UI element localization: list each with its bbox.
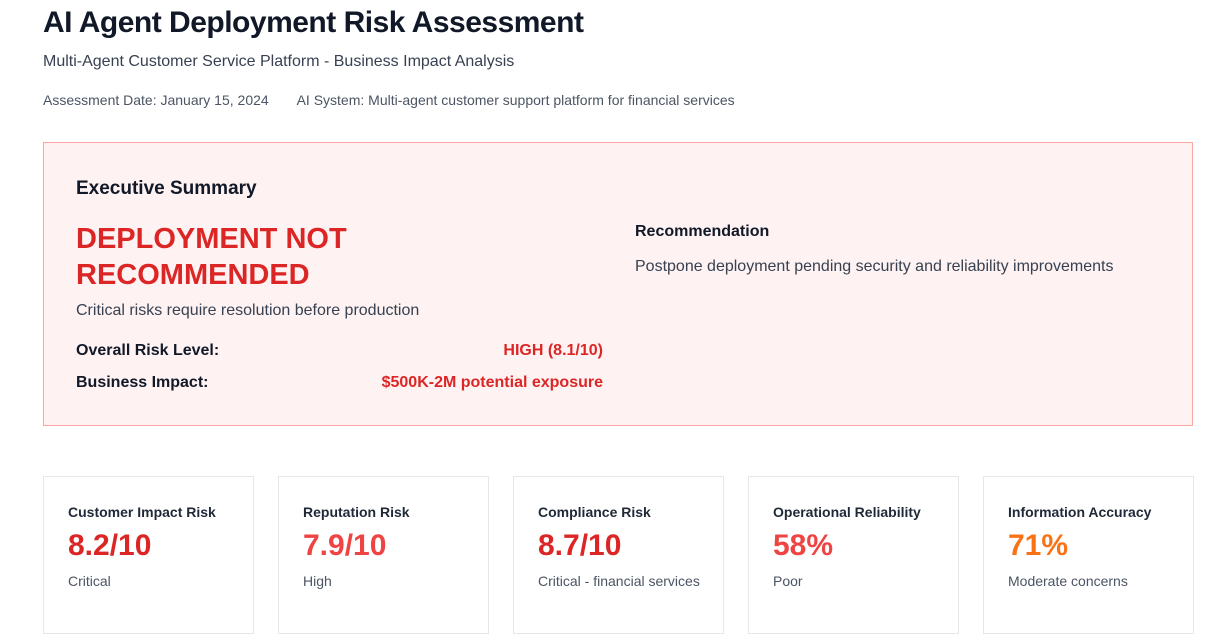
metric-status: Moderate concerns [1008, 573, 1128, 589]
metric-card-customer-impact-risk: Customer Impact Risk 8.2/10 Critical [43, 476, 254, 634]
metric-value: 8.7/10 [538, 529, 622, 562]
metric-label: Customer Impact Risk [68, 504, 216, 520]
business-impact-label: Business Impact: [76, 374, 209, 391]
verdict-note: Critical risks require resolution before… [76, 302, 420, 319]
metric-status: Poor [773, 573, 803, 589]
business-impact-value: $500K-2M potential exposure [381, 374, 603, 391]
overall-risk-label: Overall Risk Level: [76, 342, 220, 359]
assessment-date: Assessment Date: January 15, 2024 [43, 92, 269, 108]
metric-card-information-accuracy: Information Accuracy 71% Moderate concer… [983, 476, 1194, 634]
ai-system-description: AI System: Multi-agent customer support … [296, 92, 735, 108]
metric-label: Compliance Risk [538, 504, 651, 520]
metric-value: 7.9/10 [303, 529, 387, 562]
executive-summary-panel: Executive Summary DEPLOYMENT NOT RECOMME… [43, 142, 1193, 426]
deployment-verdict: DEPLOYMENT NOT RECOMMENDED [76, 223, 347, 291]
metric-label: Reputation Risk [303, 504, 410, 520]
metric-value: 8.2/10 [68, 529, 152, 562]
recommendation-text: Postpone deployment pending security and… [635, 258, 1114, 275]
metric-label: Information Accuracy [1008, 504, 1152, 520]
metric-label: Operational Reliability [773, 504, 921, 520]
metric-status: Critical - financial services [538, 573, 700, 589]
executive-summary-heading: Executive Summary [76, 178, 257, 199]
metric-card-compliance-risk: Compliance Risk 8.7/10 Critical - financ… [513, 476, 724, 634]
risk-metric-cards: Customer Impact Risk 8.2/10 Critical Rep… [43, 476, 1195, 634]
metric-value: 71% [1008, 529, 1069, 562]
metric-status: Critical [68, 573, 111, 589]
metric-status: High [303, 573, 332, 589]
overall-risk-value: HIGH (8.1/10) [503, 342, 603, 359]
metric-value: 58% [773, 529, 834, 562]
page-title: AI Agent Deployment Risk Assessment [43, 6, 584, 39]
recommendation-heading: Recommendation [635, 223, 770, 240]
metric-card-reputation-risk: Reputation Risk 7.9/10 High [278, 476, 489, 634]
page-subtitle: Multi-Agent Customer Service Platform - … [43, 53, 515, 70]
metric-card-operational-reliability: Operational Reliability 58% Poor [748, 476, 959, 634]
assessment-meta: Assessment Date: January 15, 2024 AI Sys… [43, 92, 735, 108]
